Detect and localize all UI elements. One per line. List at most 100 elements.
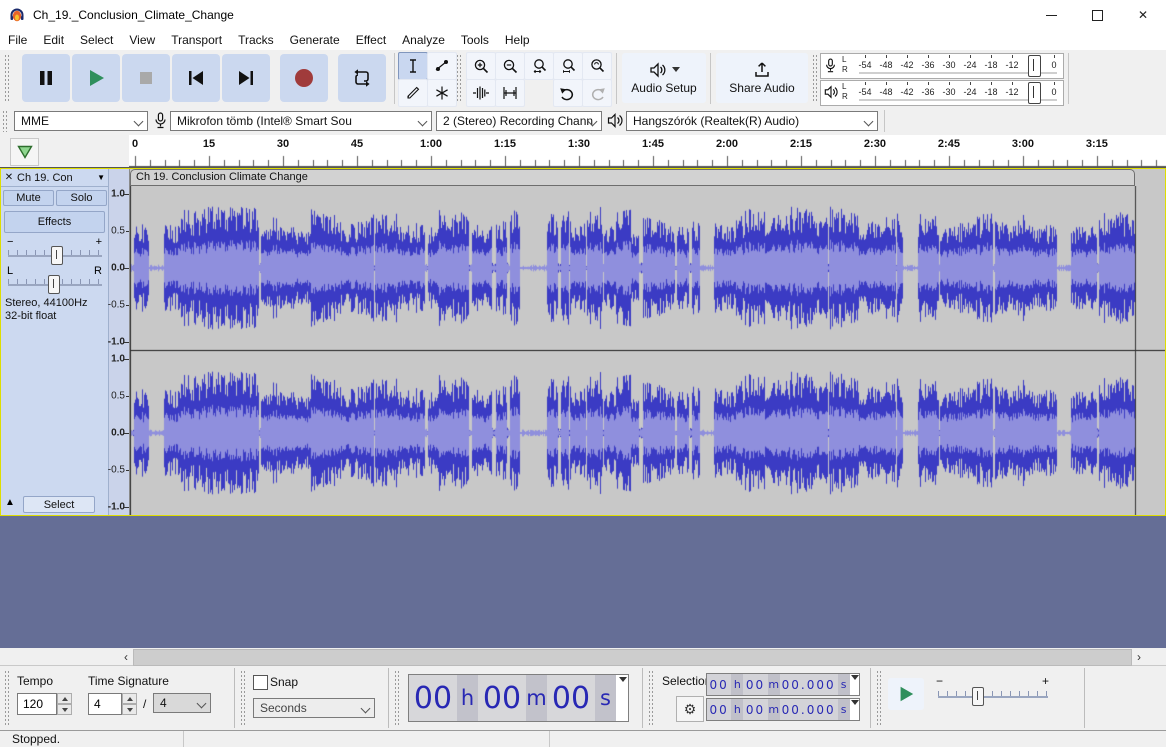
silence-audio-button[interactable]: [495, 79, 525, 107]
gain-slider-thumb[interactable]: [51, 246, 63, 265]
timesig-lower-select[interactable]: 4: [153, 693, 211, 713]
track-name[interactable]: Ch 19. Con: [17, 172, 97, 184]
selection-format-dropdown[interactable]: [850, 699, 859, 720]
scrollbar-thumb[interactable]: [133, 649, 1132, 666]
multi-tool-button[interactable]: [427, 79, 457, 107]
menu-tracks[interactable]: Tracks: [230, 31, 282, 49]
minimize-button[interactable]: [1028, 0, 1074, 30]
track-close-button[interactable]: ✕: [1, 172, 17, 183]
track-select-button[interactable]: Select: [23, 496, 95, 513]
tempo-spinner[interactable]: 120: [17, 693, 72, 715]
redo-button[interactable]: [582, 79, 612, 107]
effects-button[interactable]: Effects: [4, 211, 105, 233]
play-button[interactable]: [72, 54, 120, 102]
selection-toolbar-grip[interactable]: [648, 670, 655, 726]
solo-button[interactable]: Solo: [56, 190, 107, 206]
play-speed-slider[interactable]: [938, 696, 1048, 698]
skip-to-start-button[interactable]: [172, 54, 220, 102]
time-signature-toolbar-grip[interactable]: [4, 670, 11, 726]
scroll-left-icon[interactable]: ‹: [119, 648, 133, 665]
trim-audio-button[interactable]: [466, 79, 496, 107]
timesig-upper-spinner[interactable]: 4: [88, 693, 137, 715]
waveform-canvas[interactable]: [130, 186, 1165, 515]
zoom-selection-button[interactable]: [524, 52, 554, 80]
selection-digit-group[interactable]: 00.000: [780, 699, 838, 720]
playback-meter[interactable]: LR-54-48-42-36-30-24-18-12-60: [820, 80, 1064, 106]
selection-digit-group[interactable]: 00: [743, 674, 767, 695]
envelope-tool-button[interactable]: [427, 52, 457, 80]
close-button[interactable]: ✕: [1120, 0, 1166, 30]
menu-edit[interactable]: Edit: [35, 31, 72, 49]
meter-slider-thumb[interactable]: [1028, 55, 1041, 77]
maximize-button[interactable]: [1074, 0, 1120, 30]
selection-digit-group[interactable]: 00: [707, 674, 731, 695]
track-waveform-area[interactable]: Ch 19. Conclusion Climate Change: [130, 169, 1165, 515]
time-format-dropdown[interactable]: [616, 675, 628, 721]
mute-button[interactable]: Mute: [3, 190, 54, 206]
play-at-speed-button[interactable]: [888, 678, 924, 710]
zoom-out-button[interactable]: [495, 52, 525, 80]
time-digit-group[interactable]: 00: [547, 675, 595, 721]
selection-digit-group[interactable]: 00.000: [780, 674, 838, 695]
audio-setup-button[interactable]: Audio Setup: [622, 53, 706, 103]
skip-to-end-button[interactable]: [222, 54, 270, 102]
share-audio-button[interactable]: Share Audio: [716, 53, 808, 103]
menu-transport[interactable]: Transport: [163, 31, 230, 49]
track-menu-dropdown[interactable]: ▼: [97, 173, 105, 182]
track-collapse-button[interactable]: ▲: [5, 497, 15, 508]
horizontal-scrollbar[interactable]: ‹ ›: [0, 648, 1166, 666]
snap-mode-select[interactable]: Seconds: [253, 698, 375, 718]
undo-button[interactable]: [553, 79, 583, 107]
selection-format-dropdown[interactable]: [850, 674, 859, 695]
timeline-ruler[interactable]: 01530451:001:151:301:452:002:152:302:453…: [129, 135, 1166, 167]
selection-start-field[interactable]: 00h00m00.000s: [706, 673, 860, 696]
selection-digit-group[interactable]: 00: [743, 699, 767, 720]
selection-digit-group[interactable]: 00: [707, 699, 731, 720]
timesig-upper-value[interactable]: 4: [88, 693, 122, 715]
timeline-options-button[interactable]: [10, 138, 39, 166]
edit-toolbar-grip[interactable]: [456, 54, 463, 103]
menu-tools[interactable]: Tools: [453, 31, 497, 49]
time-digit-group[interactable]: 00: [409, 675, 457, 721]
pause-button[interactable]: [22, 54, 70, 102]
snap-toolbar-grip[interactable]: [240, 670, 247, 726]
vertical-scale-ruler[interactable]: 1.00.50.0-0.5-1.01.00.50.0-0.5-1.0: [109, 169, 130, 515]
audio-position-display[interactable]: 00h00m00s: [408, 674, 629, 722]
recording-device-select[interactable]: Mikrofon tömb (Intel® Smart Sou: [170, 111, 432, 131]
clip-title-bar[interactable]: Ch 19. Conclusion Climate Change: [130, 169, 1135, 186]
time-toolbar-grip[interactable]: [394, 670, 401, 726]
recording-channels-select[interactable]: 2 (Stereo) Recording Chann: [436, 111, 602, 131]
selection-settings-button[interactable]: ⚙: [676, 696, 704, 722]
loop-button[interactable]: [338, 54, 386, 102]
pan-slider-thumb[interactable]: [48, 275, 60, 294]
menu-select[interactable]: Select: [72, 31, 121, 49]
draw-tool-button[interactable]: [398, 79, 428, 107]
zoom-toggle-button[interactable]: [582, 52, 612, 80]
record-button[interactable]: [280, 54, 328, 102]
menu-effect[interactable]: Effect: [348, 31, 394, 49]
device-toolbar-grip[interactable]: [2, 110, 9, 132]
playback-device-select[interactable]: Hangszórók (Realtek(R) Audio): [626, 111, 878, 131]
meter-toolbar-grip[interactable]: [812, 54, 819, 103]
meter-slider-thumb[interactable]: [1028, 82, 1041, 104]
zoom-in-button[interactable]: [466, 52, 496, 80]
audio-host-select[interactable]: MME: [14, 111, 148, 131]
scroll-right-icon[interactable]: ›: [1132, 648, 1146, 665]
menu-generate[interactable]: Generate: [282, 31, 348, 49]
tempo-spin-buttons[interactable]: [57, 693, 72, 715]
fit-project-button[interactable]: [553, 52, 583, 80]
selection-end-field[interactable]: 00h00m00.000s: [706, 698, 860, 721]
timesig-spin-buttons[interactable]: [122, 693, 137, 715]
menu-help[interactable]: Help: [497, 31, 538, 49]
selection-tool-button[interactable]: [398, 52, 428, 80]
time-digit-group[interactable]: 00: [478, 675, 526, 721]
tempo-value[interactable]: 120: [17, 693, 57, 715]
play-speed-thumb[interactable]: [972, 687, 984, 706]
play-at-speed-grip[interactable]: [876, 670, 883, 726]
menu-analyze[interactable]: Analyze: [394, 31, 453, 49]
recording-meter[interactable]: LR-54-48-42-36-30-24-18-12-60: [820, 53, 1064, 79]
menu-file[interactable]: File: [0, 31, 35, 49]
stop-button[interactable]: [122, 54, 170, 102]
transport-toolbar-grip[interactable]: [4, 54, 11, 103]
menu-view[interactable]: View: [121, 31, 163, 49]
